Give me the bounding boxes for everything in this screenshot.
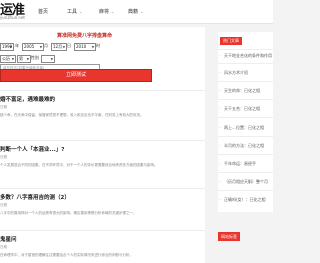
sidebar-item[interactable]: · 半月的方法：已化之相 bbox=[218, 143, 273, 149]
chevron-down-icon: ▼ bbox=[39, 45, 42, 49]
article-title[interactable]: 判断一个人「本混业...」? bbox=[0, 145, 200, 153]
bullet-icon: · bbox=[219, 197, 221, 202]
article-title[interactable]: 多数？八字喜用吉的测（2） bbox=[0, 193, 200, 201]
sidebar-item-label: （历月相应天斛）整个月 bbox=[224, 179, 268, 184]
nav-home[interactable]: 首页 bbox=[38, 8, 48, 15]
sidebar-item[interactable]: · 天生的命：已化之相 bbox=[218, 88, 273, 94]
chevron-down-icon: ▼ bbox=[9, 45, 12, 49]
month-select[interactable]: 2005 ▼ bbox=[22, 43, 44, 51]
month-select-value: 2005 bbox=[24, 44, 35, 49]
sidebar-item[interactable]: · 正确吗(女）：已化之相 bbox=[218, 197, 273, 203]
divider bbox=[218, 49, 273, 50]
nav-classics-label: 典籍 bbox=[128, 9, 139, 15]
hour-suffix: 时 bbox=[96, 43, 100, 48]
sidebar-item[interactable]: · 千年命运：易经手 bbox=[218, 161, 273, 167]
sidebar-item[interactable]: · 风水方术介绍 bbox=[218, 70, 273, 76]
sidebar-heading: 热门文章 bbox=[220, 37, 242, 45]
nav-mahjong[interactable]: 麻将 ⌄ bbox=[99, 8, 114, 15]
extra-select[interactable]: ▼ bbox=[41, 55, 55, 63]
divider bbox=[218, 136, 273, 137]
bazi-form-title: 算准网免费八字排盘算命 bbox=[57, 33, 113, 39]
article-excerpt: 八字中的喜用神对一个人的运势有很大的影响，确定喜用神是分析命局的关键步骤之一。 bbox=[0, 211, 137, 215]
divider bbox=[218, 190, 273, 191]
article-title[interactable]: 鬼星问 bbox=[0, 235, 200, 243]
sidebar-item-label: 天干地支合化的条件和作用 bbox=[224, 53, 272, 58]
month-suffix: 月 bbox=[44, 43, 48, 48]
hour-select-value: 2010 bbox=[76, 44, 87, 49]
gender-label: 性别 bbox=[31, 55, 39, 60]
sidebar-item[interactable]: · （历月相应天斛）整个月 bbox=[218, 179, 273, 185]
article-item[interactable]: 判断一个人「本混业...」? 日期 个人发展混合不同的因素，在不同环境中，对于一… bbox=[0, 145, 200, 168]
bullet-icon: · bbox=[219, 70, 221, 75]
bullet-icon: · bbox=[219, 143, 221, 148]
article-item[interactable]: 多数？八字喜用吉的测（2） 日期 八字中的喜用神对一个人的运势有很大的影响，确定… bbox=[0, 193, 200, 216]
sidebar-hot-articles: 热门文章 · 天干地支合化的条件和作用 · 风水方术介绍 · 天生的命：已化之相 · 天… bbox=[218, 32, 273, 212]
article-date: 日期 bbox=[0, 155, 7, 159]
divider bbox=[218, 81, 273, 82]
sidebar-item-label: 两上…位置：已化之相 bbox=[224, 125, 264, 130]
divider bbox=[0, 90, 205, 91]
divider bbox=[0, 140, 205, 141]
article-excerpt: 缺少命，在天命中保留，保管家境很不理想，收入和支出也不平衡，在财务上有较大的负担… bbox=[0, 113, 144, 117]
article-excerpt: 个人发展混合不同的因素，在不同环境中，对于一个人的评价更需要综合地考虑多方面的因… bbox=[0, 163, 158, 167]
chevron-down-icon: ▼ bbox=[62, 45, 65, 49]
article-title[interactable]: 婚不富足，遇难最难的 bbox=[0, 95, 200, 103]
submit-button[interactable]: 立即测试 bbox=[0, 69, 152, 82]
divider bbox=[0, 230, 205, 231]
top-navigation-bar: 运准 yunzhun.net 首页 工具 ⌄ 麻将 ⌄ 典籍 ⌄ bbox=[0, 0, 273, 24]
bullet-icon: · bbox=[219, 106, 221, 111]
day-suffix: 日 bbox=[67, 43, 71, 48]
site-tags-heading: 网站标签 bbox=[218, 232, 240, 241]
article-date: 日期 bbox=[0, 245, 7, 249]
chevron-down-icon: ⌄ bbox=[79, 9, 83, 14]
article-excerpt: 在命理学中，对于星宿的理解往往需要结合个人的实际情况来进行综合的判断与分析。 bbox=[0, 253, 133, 257]
divider bbox=[218, 63, 273, 64]
day-select-value: 12月 bbox=[53, 44, 63, 49]
chevron-down-icon: ⌄ bbox=[111, 9, 115, 14]
article-date: 日期 bbox=[0, 105, 7, 109]
article-date: 日期 bbox=[0, 203, 7, 207]
chevron-down-icon: ▼ bbox=[26, 57, 29, 61]
bullet-icon: · bbox=[219, 125, 221, 130]
site-url: yunzhun.net bbox=[0, 15, 25, 20]
gender-select[interactable]: 男 ▼ bbox=[17, 55, 31, 63]
chevron-down-icon: ⌄ bbox=[140, 9, 144, 14]
year-suffix: 年 bbox=[15, 43, 19, 48]
nav-tools-label: 工具 bbox=[67, 9, 78, 15]
bullet-icon: · bbox=[219, 53, 221, 58]
sidebar-item-label: 天干五合：已化之相 bbox=[224, 106, 260, 111]
bullet-icon: · bbox=[219, 179, 221, 184]
sidebar-item-label: 风水方术介绍 bbox=[224, 70, 248, 75]
hour-select[interactable]: 2010 ▼ bbox=[74, 43, 96, 51]
calendar-select[interactable]: 公历 ▼ bbox=[0, 55, 16, 63]
chevron-down-icon: ▼ bbox=[11, 57, 14, 61]
gender-select-value: 男 bbox=[19, 56, 23, 61]
article-item[interactable]: 鬼星问 日期 在命理学中，对于星宿的理解往往需要结合个人的实际情况来进行综合的判… bbox=[0, 235, 200, 258]
chevron-down-icon: ▼ bbox=[50, 57, 53, 61]
divider bbox=[218, 154, 273, 155]
divider bbox=[0, 188, 205, 189]
sidebar-item[interactable]: · 两上…位置：已化之相 bbox=[218, 125, 273, 131]
nav-tools[interactable]: 工具 ⌄ bbox=[67, 8, 82, 15]
article-item[interactable]: 婚不富足，遇难最难的 日期 缺少命，在天命中保留，保管家境很不理想，收入和支出也… bbox=[0, 95, 200, 118]
chevron-down-icon: ▼ bbox=[91, 45, 94, 49]
sidebar-item[interactable]: · 天干五合：已化之相 bbox=[218, 106, 273, 112]
nav-mahjong-label: 麻将 bbox=[99, 9, 110, 15]
divider bbox=[218, 117, 273, 118]
sidebar-item-label: 半月的方法：已化之相 bbox=[224, 143, 264, 148]
nav-home-label: 首页 bbox=[38, 9, 49, 15]
year-select[interactable]: 1990 ▼ bbox=[0, 43, 14, 51]
sidebar-item-label: 天生的命：已化之相 bbox=[224, 88, 260, 93]
nav-classics[interactable]: 典籍 ⌄ bbox=[128, 8, 143, 15]
bullet-icon: · bbox=[219, 161, 221, 166]
sidebar-item-label: 正确吗(女）：已化之相 bbox=[224, 197, 266, 202]
divider bbox=[218, 99, 273, 100]
calendar-select-value: 公历 bbox=[2, 56, 10, 61]
sidebar-item-label: 千年命运：易经手 bbox=[224, 161, 256, 166]
bullet-icon: · bbox=[219, 88, 221, 93]
day-select[interactable]: 12月 ▼ bbox=[51, 43, 67, 51]
divider bbox=[218, 172, 273, 173]
sidebar-item[interactable]: · 天干地支合化的条件和作用 bbox=[218, 53, 273, 59]
